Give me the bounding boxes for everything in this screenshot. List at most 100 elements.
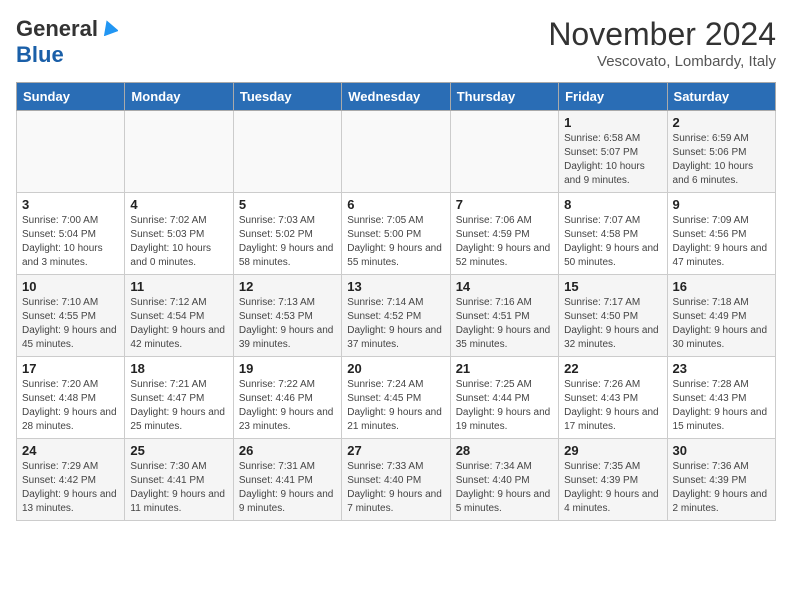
day-info: Sunrise: 7:03 AM Sunset: 5:02 PM Dayligh… [239,214,336,270]
calendar-cell: 19 Sunrise: 7:22 AM Sunset: 4:46 PM Dayli… [233,357,341,439]
day-info: Sunrise: 7:12 AM Sunset: 4:54 PM Dayligh… [130,296,227,352]
col-header-thursday: Thursday [450,83,558,111]
day-number: 21 [456,361,553,376]
calendar-cell: 20 Sunrise: 7:24 AM Sunset: 4:45 PM Dayli… [342,357,450,439]
day-info: Sunrise: 7:13 AM Sunset: 4:53 PM Dayligh… [239,296,336,352]
day-number: 29 [564,443,661,458]
logo-blue: Blue [16,42,64,67]
day-number: 30 [673,443,770,458]
col-header-friday: Friday [559,83,667,111]
day-number: 20 [347,361,444,376]
calendar-cell [342,111,450,193]
logo-general: General [16,16,98,42]
day-info: Sunrise: 7:02 AM Sunset: 5:03 PM Dayligh… [130,214,227,270]
day-number: 11 [130,279,227,294]
calendar-cell [450,111,558,193]
day-number: 23 [673,361,770,376]
calendar-cell: 18Sunrise: 7:21 AM Sunset: 4:47 PM Dayli… [125,357,233,439]
calendar-cell: 17 Sunrise: 7:20 AM Sunset: 4:48 PM Dayli… [17,357,125,439]
calendar-cell: 12 Sunrise: 7:13 AM Sunset: 4:53 PM Dayli… [233,275,341,357]
calendar-cell: 3Sunrise: 7:00 AM Sunset: 5:04 PM Daylig… [17,193,125,275]
calendar-cell: 21 Sunrise: 7:25 AM Sunset: 4:44 PM Dayli… [450,357,558,439]
day-number: 13 [347,279,444,294]
calendar-cell: 22 Sunrise: 7:26 AM Sunset: 4:43 PM Dayli… [559,357,667,439]
col-header-monday: Monday [125,83,233,111]
day-number: 1 [564,115,661,130]
calendar-cell: 8Sunrise: 7:07 AM Sunset: 4:58 PM Daylig… [559,193,667,275]
day-number: 27 [347,443,444,458]
logo: General Blue [16,16,118,68]
calendar-cell: 2 Sunrise: 6:59 AM Sunset: 5:06 PM Daylig… [667,111,775,193]
day-number: 7 [456,197,553,212]
day-info: Sunrise: 6:58 AM Sunset: 5:07 PM Dayligh… [564,132,661,188]
day-info: Sunrise: 7:06 AM Sunset: 4:59 PM Dayligh… [456,214,553,270]
day-number: 2 [673,115,770,130]
calendar-cell: 11 Sunrise: 7:12 AM Sunset: 4:54 PM Dayli… [125,275,233,357]
day-number: 17 [22,361,119,376]
day-info: Sunrise: 7:17 AM Sunset: 4:50 PM Dayligh… [564,296,661,352]
day-info: Sunrise: 7:26 AM Sunset: 4:43 PM Dayligh… [564,378,661,434]
day-info: Sunrise: 6:59 AM Sunset: 5:06 PM Dayligh… [673,132,770,188]
calendar-cell: 1 Sunrise: 6:58 AM Sunset: 5:07 PM Daylig… [559,111,667,193]
day-number: 22 [564,361,661,376]
logo-arrow-icon [100,18,118,36]
calendar-cell [125,111,233,193]
day-info: Sunrise: 7:20 AM Sunset: 4:48 PM Dayligh… [22,378,119,434]
calendar-cell: 15 Sunrise: 7:17 AM Sunset: 4:50 PM Dayli… [559,275,667,357]
header: General Blue November 2024 Vescovato, Lo… [16,16,776,70]
calendar-cell: 23 Sunrise: 7:28 AM Sunset: 4:43 PM Dayli… [667,357,775,439]
month-title: November 2024 [548,16,776,53]
location: Vescovato, Lombardy, Italy [548,53,776,70]
day-info: Sunrise: 7:22 AM Sunset: 4:46 PM Dayligh… [239,378,336,434]
day-info: Sunrise: 7:25 AM Sunset: 4:44 PM Dayligh… [456,378,553,434]
calendar-cell [233,111,341,193]
day-number: 25 [130,443,227,458]
calendar-cell: 7 Sunrise: 7:06 AM Sunset: 4:59 PM Daylig… [450,193,558,275]
day-info: Sunrise: 7:18 AM Sunset: 4:49 PM Dayligh… [673,296,770,352]
day-number: 6 [347,197,444,212]
calendar-cell: 24 Sunrise: 7:29 AM Sunset: 4:42 PM Dayli… [17,439,125,521]
day-info: Sunrise: 7:10 AM Sunset: 4:55 PM Dayligh… [22,296,119,352]
calendar-cell: 10 Sunrise: 7:10 AM Sunset: 4:55 PM Dayli… [17,275,125,357]
calendar-cell: 13 Sunrise: 7:14 AM Sunset: 4:52 PM Dayli… [342,275,450,357]
calendar-cell: 5 Sunrise: 7:03 AM Sunset: 5:02 PM Daylig… [233,193,341,275]
day-number: 14 [456,279,553,294]
day-info: Sunrise: 7:35 AM Sunset: 4:39 PM Dayligh… [564,460,661,516]
day-info: Sunrise: 7:00 AM Sunset: 5:04 PM Dayligh… [22,214,119,270]
day-info: Sunrise: 7:34 AM Sunset: 4:40 PM Dayligh… [456,460,553,516]
day-number: 24 [22,443,119,458]
day-number: 15 [564,279,661,294]
day-number: 19 [239,361,336,376]
calendar-cell: 4 Sunrise: 7:02 AM Sunset: 5:03 PM Daylig… [125,193,233,275]
title-area: November 2024 Vescovato, Lombardy, Italy [548,16,776,70]
col-header-saturday: Saturday [667,83,775,111]
day-number: 16 [673,279,770,294]
day-number: 4 [130,197,227,212]
day-info: Sunrise: 7:36 AM Sunset: 4:39 PM Dayligh… [673,460,770,516]
day-number: 5 [239,197,336,212]
day-info: Sunrise: 7:21 AM Sunset: 4:47 PM Dayligh… [130,378,227,434]
day-info: Sunrise: 7:33 AM Sunset: 4:40 PM Dayligh… [347,460,444,516]
day-number: 8 [564,197,661,212]
day-info: Sunrise: 7:24 AM Sunset: 4:45 PM Dayligh… [347,378,444,434]
day-info: Sunrise: 7:29 AM Sunset: 4:42 PM Dayligh… [22,460,119,516]
calendar-cell: 29 Sunrise: 7:35 AM Sunset: 4:39 PM Dayli… [559,439,667,521]
day-info: Sunrise: 7:14 AM Sunset: 4:52 PM Dayligh… [347,296,444,352]
day-info: Sunrise: 7:05 AM Sunset: 5:00 PM Dayligh… [347,214,444,270]
day-info: Sunrise: 7:30 AM Sunset: 4:41 PM Dayligh… [130,460,227,516]
calendar-table: SundayMondayTuesdayWednesdayThursdayFrid… [16,82,776,521]
col-header-wednesday: Wednesday [342,83,450,111]
calendar-cell [17,111,125,193]
day-number: 12 [239,279,336,294]
calendar-cell: 26Sunrise: 7:31 AM Sunset: 4:41 PM Dayli… [233,439,341,521]
day-number: 28 [456,443,553,458]
col-header-sunday: Sunday [17,83,125,111]
calendar-cell: 16 Sunrise: 7:18 AM Sunset: 4:49 PM Dayli… [667,275,775,357]
day-info: Sunrise: 7:31 AM Sunset: 4:41 PM Dayligh… [239,460,336,516]
day-number: 10 [22,279,119,294]
calendar-cell: 6 Sunrise: 7:05 AM Sunset: 5:00 PM Daylig… [342,193,450,275]
day-info: Sunrise: 7:28 AM Sunset: 4:43 PM Dayligh… [673,378,770,434]
day-number: 9 [673,197,770,212]
day-info: Sunrise: 7:16 AM Sunset: 4:51 PM Dayligh… [456,296,553,352]
col-header-tuesday: Tuesday [233,83,341,111]
